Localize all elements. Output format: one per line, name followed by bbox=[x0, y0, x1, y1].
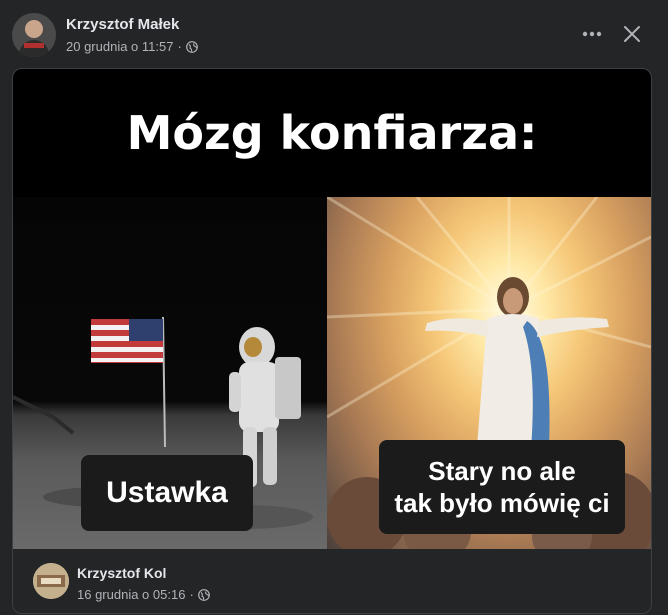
shared-post[interactable]: Mózg konfiarza: Ustawka Stary no ale tak… bbox=[12, 68, 652, 614]
post-meta: 20 grudnia o 11:57 · bbox=[66, 39, 198, 54]
author-name[interactable]: Krzysztof Małek bbox=[66, 16, 179, 33]
meme-panel-moon-landing: Ustawka bbox=[13, 197, 327, 549]
meme-caption-right-line2: tak było mówię ci bbox=[394, 488, 610, 518]
meme-caption-right: Stary no ale tak było mówię ci bbox=[379, 440, 625, 534]
more-options-button[interactable] bbox=[576, 20, 608, 48]
shared-author-meta: 16 grudnia o 05:16 · bbox=[77, 587, 210, 602]
globe-icon bbox=[185, 40, 198, 53]
more-options-icon bbox=[582, 31, 602, 37]
meme-image[interactable]: Mózg konfiarza: Ustawka Stary no ale tak… bbox=[13, 69, 651, 549]
meme-title: Mózg konfiarza: bbox=[126, 106, 538, 160]
meta-separator: · bbox=[177, 39, 182, 54]
close-button[interactable] bbox=[616, 18, 648, 50]
post-card: Krzysztof Małek 20 grudnia o 11:57 · Móz… bbox=[0, 0, 668, 615]
meme-caption-right-line1: Stary no ale bbox=[428, 456, 576, 486]
meme-panel-jesus: Stary no ale tak było mówię ci bbox=[327, 197, 651, 549]
shared-timestamp[interactable]: 16 grudnia o 05:16 bbox=[77, 587, 185, 602]
shared-author-row: Krzysztof Kol 16 grudnia o 05:16 · bbox=[13, 549, 651, 613]
shared-meta-separator: · bbox=[189, 587, 194, 602]
author-avatar[interactable] bbox=[12, 13, 56, 57]
close-icon bbox=[624, 26, 640, 42]
post-timestamp[interactable]: 20 grudnia o 11:57 bbox=[66, 39, 173, 54]
globe-icon bbox=[197, 588, 210, 601]
post-header: Krzysztof Małek 20 grudnia o 11:57 · bbox=[0, 0, 668, 68]
shared-author-avatar[interactable] bbox=[33, 563, 69, 599]
shared-author-name[interactable]: Krzysztof Kol bbox=[77, 565, 166, 581]
meme-caption-left: Ustawka bbox=[81, 455, 253, 531]
